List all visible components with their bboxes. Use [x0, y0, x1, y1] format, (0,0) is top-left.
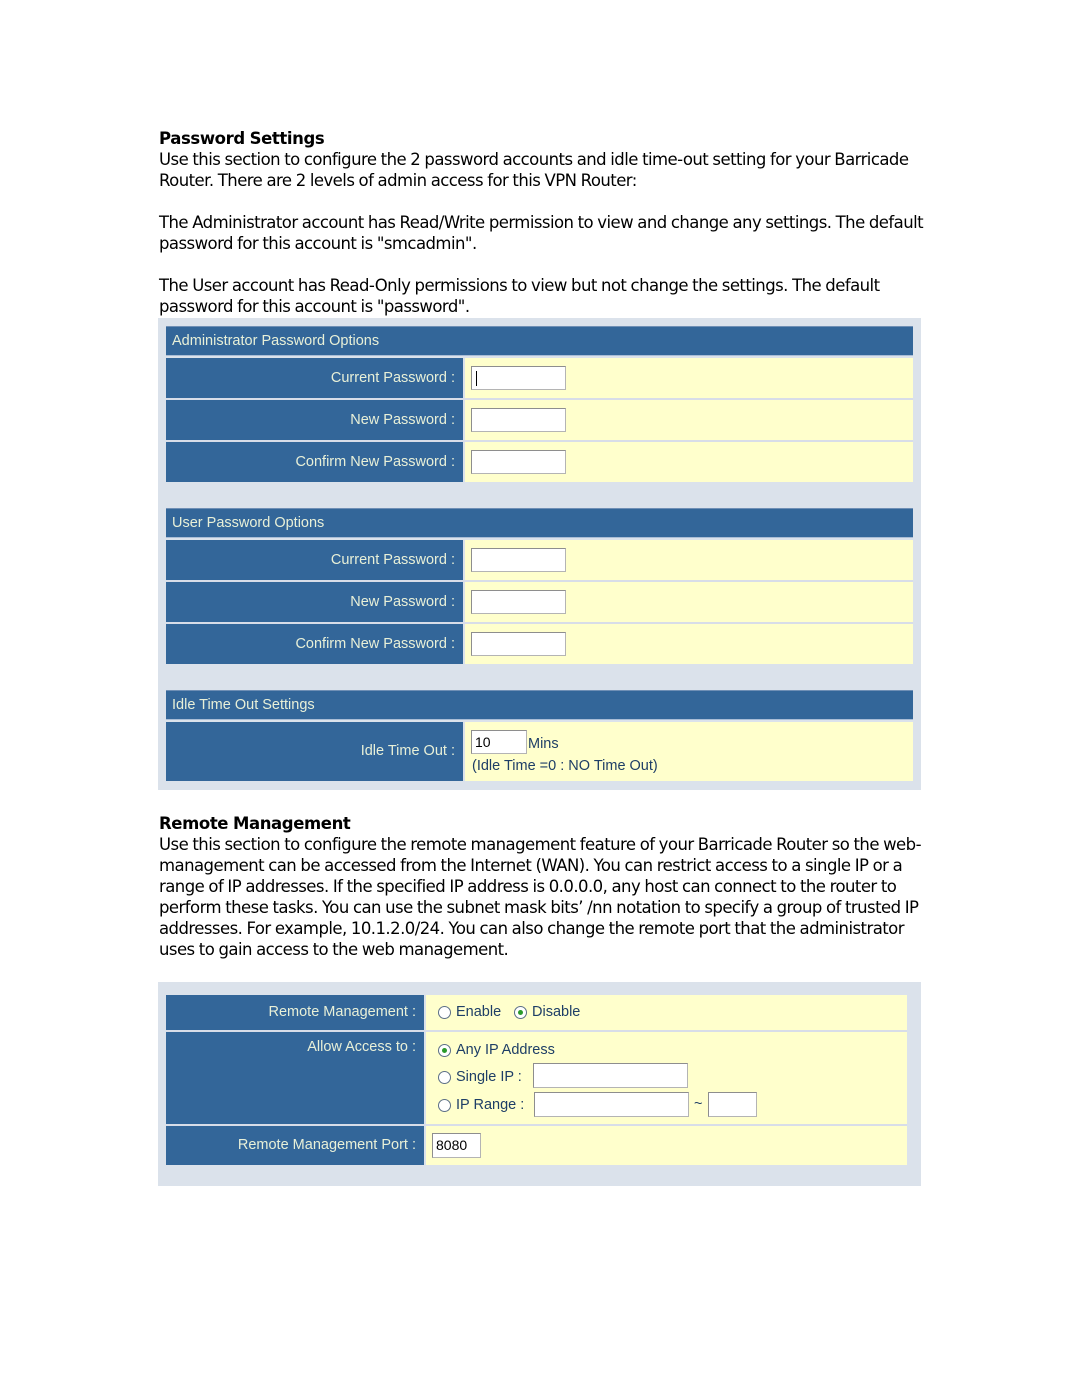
admin-current-password-input[interactable]	[471, 366, 566, 390]
admin-new-password-label: New Password :	[166, 400, 463, 440]
remote-port-row: Remote Management Port : 8080	[166, 1126, 907, 1165]
remote-management-heading: Remote Management	[159, 814, 351, 833]
user-current-password-label: Current Password :	[166, 540, 463, 580]
ip-range-label: IP Range :	[456, 1097, 525, 1113]
allow-access-row: Allow Access to : Any IP Address Single …	[166, 1032, 907, 1124]
single-ip-input[interactable]	[533, 1063, 688, 1088]
remote-management-cell: Enable Disable	[426, 995, 907, 1030]
idle-timeout-label: Idle Time Out :	[166, 722, 463, 781]
user-confirm-password-input[interactable]	[471, 632, 566, 656]
admin-current-password-label: Current Password :	[166, 358, 463, 398]
disable-label: Disable	[532, 1004, 581, 1020]
remote-management-text: Remote Management Use this section to co…	[159, 813, 929, 960]
admin-new-password-row: New Password :	[166, 400, 913, 440]
ip-range-end-input[interactable]	[708, 1092, 757, 1117]
user-current-password-input[interactable]	[471, 548, 566, 572]
idle-timeout-unit: Mins	[528, 736, 559, 752]
password-settings-heading: Password Settings	[159, 129, 325, 148]
single-ip-radio[interactable]	[438, 1071, 451, 1084]
password-intro: Use this section to configure the 2 pass…	[159, 150, 909, 190]
remote-management-row: Remote Management : Enable Disable	[166, 995, 907, 1030]
admin-confirm-password-label: Confirm New Password :	[166, 442, 463, 482]
admin-confirm-password-input[interactable]	[471, 450, 566, 474]
remote-management-panel: Remote Management : Enable Disable Allow…	[158, 982, 921, 1186]
allow-access-cell: Any IP Address Single IP : IP Range : ~	[426, 1032, 907, 1124]
admin-current-password-cell	[465, 358, 913, 398]
any-ip-radio[interactable]	[438, 1044, 451, 1057]
user-current-password-cell	[465, 540, 913, 580]
remote-port-label: Remote Management Port :	[166, 1126, 424, 1165]
ip-range-radio[interactable]	[438, 1099, 451, 1112]
ip-range-separator: ~	[694, 1096, 703, 1112]
enable-radio[interactable]	[438, 1006, 451, 1019]
idle-timeout-hint: (Idle Time =0 : NO Time Out)	[472, 758, 658, 774]
password-settings-panel: Administrator Password Options Current P…	[158, 318, 921, 790]
user-confirm-password-row: Confirm New Password :	[166, 624, 913, 664]
admin-new-password-input[interactable]	[471, 408, 566, 432]
user-confirm-password-cell	[465, 624, 913, 664]
user-new-password-input[interactable]	[471, 590, 566, 614]
user-confirm-password-label: Confirm New Password :	[166, 624, 463, 664]
idle-timeout-settings-header: Idle Time Out Settings	[166, 690, 913, 720]
allow-access-label: Allow Access to :	[166, 1032, 424, 1124]
remote-management-description: Use this section to configure the remote…	[159, 835, 922, 959]
user-new-password-label: New Password :	[166, 582, 463, 622]
user-new-password-cell	[465, 582, 913, 622]
enable-label: Enable	[456, 1004, 502, 1020]
user-account-description: The User account has Read-Only permissio…	[159, 276, 880, 316]
single-ip-label: Single IP :	[456, 1069, 522, 1085]
admin-confirm-password-cell	[465, 442, 913, 482]
user-current-password-row: Current Password :	[166, 540, 913, 580]
admin-confirm-password-row: Confirm New Password :	[166, 442, 913, 482]
disable-radio[interactable]	[514, 1006, 527, 1019]
remote-management-label: Remote Management :	[166, 995, 424, 1030]
any-ip-label: Any IP Address	[456, 1042, 555, 1058]
idle-timeout-input[interactable]: 10	[471, 730, 527, 754]
admin-account-description: The Administrator account has Read/Write…	[159, 213, 924, 253]
user-password-options-header: User Password Options	[166, 508, 913, 538]
admin-new-password-cell	[465, 400, 913, 440]
admin-password-options-header: Administrator Password Options	[166, 326, 913, 356]
text-cursor	[476, 371, 477, 386]
idle-timeout-row: Idle Time Out : 10 Mins (Idle Time =0 : …	[166, 722, 913, 781]
user-new-password-row: New Password :	[166, 582, 913, 622]
remote-port-cell: 8080	[426, 1126, 907, 1165]
admin-current-password-row: Current Password :	[166, 358, 913, 398]
password-settings-text: Password Settings Use this section to co…	[159, 128, 929, 317]
ip-range-start-input[interactable]	[534, 1092, 689, 1117]
remote-port-input[interactable]: 8080	[432, 1133, 481, 1158]
idle-timeout-cell: 10 Mins (Idle Time =0 : NO Time Out)	[465, 722, 913, 781]
